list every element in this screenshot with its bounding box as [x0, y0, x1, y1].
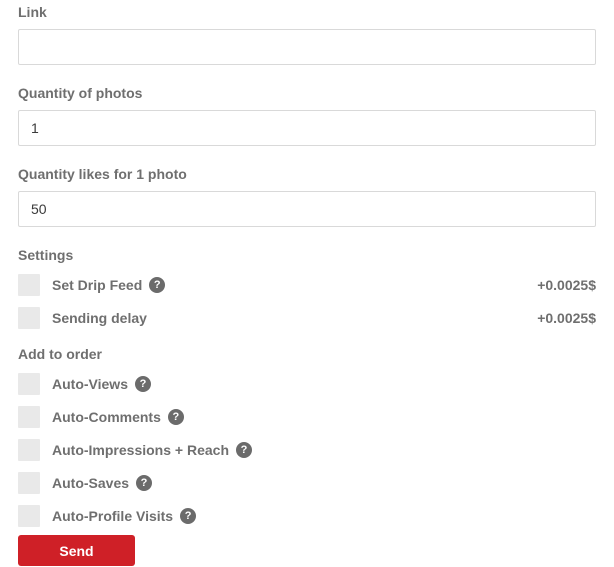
auto-views-label: Auto-Views — [52, 376, 128, 392]
quantity-photos-input[interactable] — [18, 110, 596, 146]
setting-row-sending-delay: Sending delay +0.0025$ — [18, 307, 596, 329]
auto-comments-help-icon[interactable]: ? — [167, 409, 184, 425]
sending-delay-label: Sending delay — [52, 310, 147, 326]
auto-views-help-icon[interactable]: ? — [134, 376, 151, 392]
addon-row-auto-saves: Auto-Saves ? — [18, 472, 596, 494]
quantity-photos-label: Quantity of photos — [18, 85, 143, 101]
link-label: Link — [18, 4, 47, 20]
auto-comments-label: Auto-Comments — [52, 409, 161, 425]
auto-saves-label: Auto-Saves — [52, 475, 130, 491]
drip-feed-checkbox[interactable] — [18, 274, 40, 296]
auto-saves-help-icon[interactable]: ? — [136, 475, 153, 491]
order-form: Link Quantity of photos Quantity likes f… — [0, 0, 614, 566]
link-input[interactable] — [18, 29, 596, 65]
auto-views-checkbox[interactable] — [18, 373, 40, 395]
add-to-order-heading: Add to order — [18, 346, 102, 362]
drip-feed-help-icon[interactable]: ? — [149, 277, 166, 293]
sending-delay-checkbox[interactable] — [18, 307, 40, 329]
auto-profile-visits-checkbox[interactable] — [18, 505, 40, 527]
send-button[interactable]: Send — [18, 535, 135, 566]
auto-impressions-label: Auto-Impressions + Reach — [52, 442, 229, 458]
quantity-likes-label: Quantity likes for 1 photo — [18, 166, 187, 182]
sending-delay-price: +0.0025$ — [537, 310, 596, 326]
quantity-likes-field-group: Quantity likes for 1 photo — [18, 166, 596, 227]
drip-feed-price: +0.0025$ — [537, 277, 596, 293]
auto-profile-visits-label: Auto-Profile Visits — [52, 508, 174, 524]
auto-profile-visits-help-icon[interactable]: ? — [180, 508, 197, 524]
addon-row-auto-impressions: Auto-Impressions + Reach ? — [18, 439, 596, 461]
auto-impressions-checkbox[interactable] — [18, 439, 40, 461]
setting-row-drip-feed: Set Drip Feed ? +0.0025$ — [18, 274, 596, 296]
quantity-photos-field-group: Quantity of photos — [18, 85, 596, 146]
auto-comments-checkbox[interactable] — [18, 406, 40, 428]
quantity-likes-input[interactable] — [18, 191, 596, 227]
drip-feed-label: Set Drip Feed — [52, 277, 143, 293]
auto-saves-checkbox[interactable] — [18, 472, 40, 494]
addon-row-auto-views: Auto-Views ? — [18, 373, 596, 395]
settings-heading: Settings — [18, 247, 74, 263]
addon-row-auto-profile-visits: Auto-Profile Visits ? — [18, 505, 596, 527]
link-field-group: Link — [18, 4, 596, 65]
addon-row-auto-comments: Auto-Comments ? — [18, 406, 596, 428]
auto-impressions-help-icon[interactable]: ? — [236, 442, 252, 458]
